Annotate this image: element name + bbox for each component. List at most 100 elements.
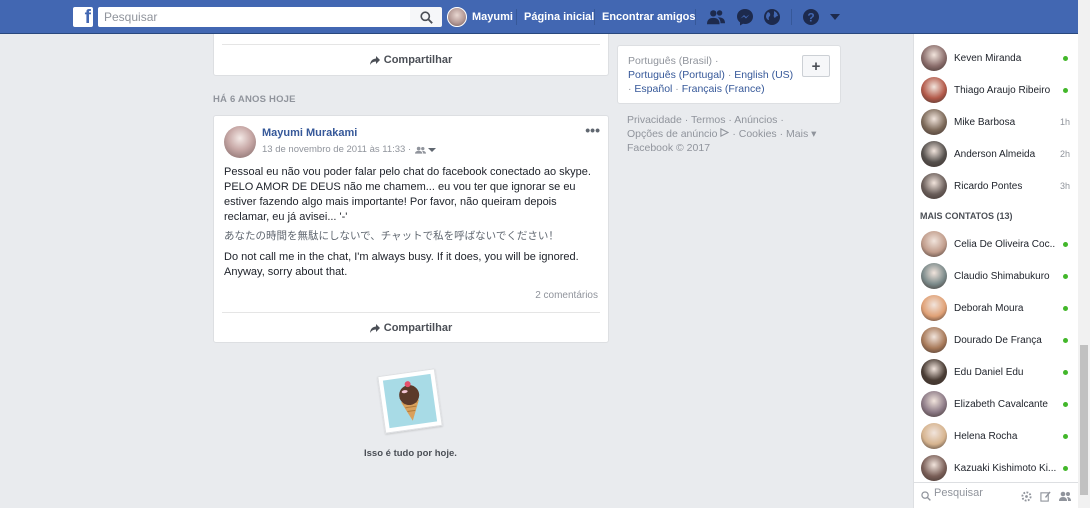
post-text-english: Do not call me in the chat, I'm always b…	[224, 251, 579, 278]
chat-contact[interactable]: Thiago Araujo Ribeiro	[914, 74, 1079, 106]
avatar	[921, 359, 947, 385]
chat-contact[interactable]: Kazuaki Kishimoto Ki...	[914, 452, 1079, 484]
separator: ·	[780, 114, 784, 126]
profile-link[interactable]: Mayumi	[447, 6, 513, 28]
comments-count-link[interactable]: 2 comentários	[535, 290, 598, 301]
chevron-down-icon[interactable]: ▾	[811, 128, 816, 140]
ice-cream-icon	[399, 381, 420, 421]
footer-copyright: Facebook © 2017	[627, 142, 711, 154]
nav-divider	[516, 9, 517, 25]
chat-search-input[interactable]	[934, 487, 1014, 499]
messenger-icon[interactable]	[736, 8, 754, 26]
avatar[interactable]	[224, 126, 256, 158]
top-navigation-bar: f Mayumi Página inicial Encontrar amigos…	[0, 0, 1090, 34]
online-status-dot	[1063, 465, 1068, 471]
post-timestamp[interactable]: 13 de novembro de 2011 às 11:33 ·	[262, 144, 411, 155]
last-active-time: 3h	[1059, 181, 1070, 191]
avatar	[921, 109, 947, 135]
avatar	[921, 141, 947, 167]
chat-contact[interactable]: Ricardo Pontes 3h	[914, 170, 1079, 202]
chat-contact-name: Thiago Araujo Ribeiro	[954, 84, 1051, 96]
share-arrow-icon	[369, 55, 380, 65]
separator: ·	[779, 128, 784, 140]
chat-contact[interactable]: Edu Daniel Edu	[914, 356, 1079, 388]
chat-contact[interactable]: Celia De Oliveira Coc...	[914, 228, 1079, 260]
share-button[interactable]: Compartilhar	[214, 313, 608, 343]
chevron-down-icon[interactable]	[829, 11, 841, 23]
chat-contact[interactable]: Anderson Almeida 2h	[914, 138, 1079, 170]
friend-requests-icon[interactable]	[707, 8, 725, 26]
online-status-dot	[1063, 87, 1068, 93]
footer-links: Privacidade · Termos · Anúncios · Opções…	[627, 113, 827, 155]
post-options-button[interactable]: •••	[585, 122, 600, 138]
chat-contact[interactable]: Dourado De França	[914, 324, 1079, 356]
chat-contact-name: Mike Barbosa	[954, 116, 1016, 128]
online-status-dot	[1063, 273, 1068, 279]
notifications-globe-icon[interactable]	[763, 8, 781, 26]
separator: ·	[728, 114, 732, 126]
chat-contact[interactable]: Claudio Shimabukuro	[914, 260, 1079, 292]
nav-divider	[594, 9, 595, 25]
footer-terms-link[interactable]: Termos	[691, 114, 725, 126]
chat-search-bar	[914, 482, 1079, 508]
facebook-logo-icon[interactable]: f	[73, 7, 93, 28]
audience-friends-icon[interactable]	[415, 146, 427, 154]
more-languages-button[interactable]: +	[802, 55, 830, 77]
footer-cookies-link[interactable]: Cookies	[739, 128, 777, 140]
avatar	[921, 391, 947, 417]
current-language: Português (Brasil) ·	[628, 55, 719, 67]
online-status-dot	[1063, 337, 1068, 343]
create-group-icon[interactable]	[1059, 491, 1071, 502]
chevron-down-icon[interactable]	[428, 147, 437, 153]
page-scrollbar[interactable]	[1078, 0, 1090, 508]
post-author-link[interactable]: Mayumi Murakami	[262, 127, 357, 139]
avatar	[447, 7, 467, 27]
post-text-japanese: あなたの時間を無駄にしないで、チャットで私を呼ばないでください！	[224, 230, 559, 242]
chat-contact-name: Ricardo Pontes	[954, 180, 1023, 192]
memories-section-title: HÁ 6 ANOS HOJE	[213, 94, 296, 105]
find-friends-link[interactable]: Encontrar amigos	[602, 11, 696, 23]
memory-post-card: Mayumi Murakami 13 de novembro de 2011 à…	[213, 115, 609, 343]
footer-more-link[interactable]: Mais	[786, 128, 808, 140]
avatar	[921, 423, 947, 449]
avatar	[921, 455, 947, 481]
chat-contact[interactable]: Mike Barbosa 1h	[914, 106, 1079, 138]
chat-contact[interactable]: Helena Rocha	[914, 420, 1079, 452]
language-option[interactable]: Français (France)	[682, 83, 765, 95]
last-active-time: 1h	[1059, 117, 1070, 127]
search-icon	[419, 10, 433, 24]
language-option[interactable]: English (US)	[734, 69, 793, 81]
chat-contact-name: Kazuaki Kishimoto Ki...	[954, 462, 1056, 474]
chat-contact[interactable]: Keven Miranda	[914, 42, 1079, 74]
separator: ·	[684, 114, 689, 126]
online-status-dot	[1063, 55, 1068, 61]
share-button[interactable]: Compartilhar	[214, 45, 608, 75]
help-icon[interactable]: ?	[802, 8, 820, 26]
search-icon	[921, 491, 931, 501]
footer-privacy-link[interactable]: Privacidade	[627, 114, 682, 126]
separator: ·	[727, 69, 732, 81]
gear-icon[interactable]	[1021, 491, 1032, 502]
chat-sidebar: Keven Miranda Thiago Araujo Ribeiro Mike B…	[913, 34, 1079, 508]
avatar	[921, 263, 947, 289]
footer-ads-link[interactable]: Anúncios	[734, 114, 777, 126]
more-contacts-heading: MAIS CONTATOS (13)	[920, 211, 1013, 221]
home-link[interactable]: Página inicial	[524, 11, 594, 23]
ad-choices-icon[interactable]	[720, 128, 730, 137]
scrollbar-thumb[interactable]	[1080, 345, 1088, 495]
share-arrow-icon	[369, 323, 380, 333]
last-active-time: 2h	[1059, 149, 1070, 159]
nav-divider	[791, 9, 792, 25]
chat-contact[interactable]: Elizabeth Cavalcante	[914, 388, 1079, 420]
chat-contact-name: Dourado De França	[954, 334, 1042, 346]
language-option[interactable]: Español	[634, 83, 672, 95]
language-option[interactable]: Português (Portugal)	[628, 69, 725, 81]
footer-ad-choices-link[interactable]: Opções de anúncio	[627, 128, 717, 140]
nav-divider	[695, 9, 696, 25]
search-input[interactable]	[98, 7, 410, 27]
online-status-dot	[1063, 305, 1068, 311]
chat-contact[interactable]: Deborah Moura	[914, 292, 1079, 324]
compose-icon[interactable]	[1040, 491, 1051, 502]
avatar	[921, 231, 947, 257]
search-button[interactable]	[410, 7, 442, 27]
